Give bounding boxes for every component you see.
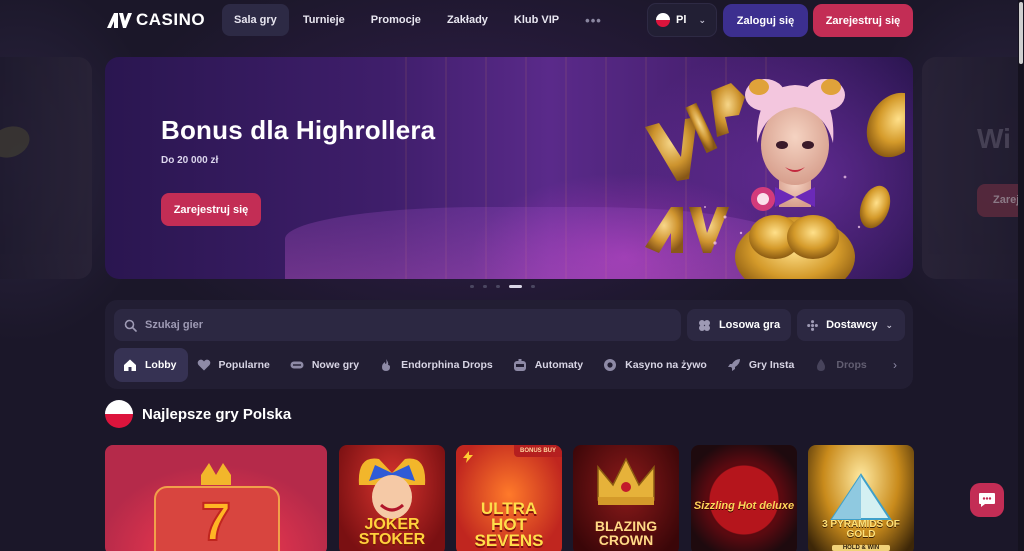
coin-decoration bbox=[0, 121, 34, 163]
category-label: Gry Insta bbox=[748, 359, 795, 371]
carousel-dot[interactable] bbox=[496, 285, 500, 288]
game-title: 3 PYRAMIDS OF GOLD bbox=[822, 519, 900, 540]
next-slide-cta[interactable]: Zarej bbox=[977, 184, 1024, 217]
search-input[interactable] bbox=[145, 319, 645, 331]
game-tile-joker-stoker[interactable]: JOKER STOKER bbox=[339, 445, 445, 551]
carousel-next-slide-peek[interactable]: Wi Zarej bbox=[922, 57, 1024, 279]
hero-title: Bonus dla Highrollera bbox=[161, 115, 436, 145]
slot-machine-icon bbox=[513, 358, 527, 372]
top-header: CASINO Sala gry Turnieje Promocje Zakład… bbox=[0, 0, 1024, 40]
category-label: Endorphina Drops bbox=[401, 359, 493, 371]
nav-item-promocje[interactable]: Promocje bbox=[359, 4, 433, 36]
game-title: Sizzling Hot deluxe bbox=[693, 499, 795, 512]
carousel-dot[interactable] bbox=[509, 285, 522, 288]
category-label: Lobby bbox=[145, 359, 177, 371]
random-game-button[interactable]: Losowa gra bbox=[687, 309, 791, 341]
hero-register-button[interactable]: Zarejestruj się bbox=[161, 193, 261, 226]
nav-more-button[interactable]: ••• bbox=[573, 4, 614, 36]
random-game-label: Losowa gra bbox=[718, 319, 781, 331]
category-label: Nowe gry bbox=[311, 359, 360, 371]
category-label: Drops bbox=[836, 359, 867, 371]
game-title: ULTRA HOT SEVENS bbox=[474, 498, 544, 550]
nav-item-klub-vip[interactable]: Klub VIP bbox=[502, 4, 571, 36]
providers-grid-icon bbox=[807, 319, 818, 331]
logo-text: CASINO bbox=[136, 10, 206, 29]
poland-flag-icon bbox=[105, 400, 133, 428]
game-subtitle-badge: HOLD & WIN bbox=[832, 545, 890, 551]
section-title: Najlepsze gry Polska bbox=[142, 405, 292, 423]
language-label: Pl bbox=[676, 14, 687, 26]
page-scrollbar-thumb[interactable] bbox=[1019, 2, 1023, 64]
hero-character-illustration bbox=[645, 79, 905, 279]
next-slide-title: Wi bbox=[977, 123, 1011, 154]
game-tile-3-pyramids-of-gold[interactable]: 3 PYRAMIDS OF GOLD HOLD & WIN bbox=[808, 445, 914, 551]
category-tab-gry-insta[interactable]: Gry Insta bbox=[718, 348, 806, 382]
heart-icon bbox=[197, 358, 211, 372]
search-box[interactable] bbox=[114, 309, 681, 341]
category-label: Popularne bbox=[218, 359, 270, 371]
hero-banner[interactable]: Bonus dla Highrollera Do 20 000 zł Zarej… bbox=[105, 57, 913, 279]
category-tab-kasyno-na-zywo[interactable]: Kasyno na żywo bbox=[594, 348, 718, 382]
logo-mark-icon bbox=[107, 13, 132, 28]
nav-item-turnieje[interactable]: Turnieje bbox=[291, 4, 357, 36]
lightning-icon bbox=[463, 451, 473, 463]
chat-bubble-icon bbox=[979, 493, 995, 507]
clover-icon bbox=[698, 319, 710, 331]
category-tab-popularne[interactable]: Popularne bbox=[188, 348, 281, 382]
category-tab-nowe-gry[interactable]: Nowe gry bbox=[281, 348, 370, 382]
carousel-dot[interactable] bbox=[531, 285, 535, 288]
main-nav: Sala gry Turnieje Promocje Zakłady Klub … bbox=[222, 4, 614, 36]
game-tile-blazing-crown[interactable]: BLAZING CROWN bbox=[573, 445, 679, 551]
chip-icon bbox=[603, 358, 617, 372]
carousel-dot[interactable] bbox=[470, 285, 474, 288]
category-label: Kasyno na żywo bbox=[625, 359, 707, 371]
page-scrollbar-track[interactable] bbox=[1018, 0, 1024, 551]
category-label: Automaty bbox=[534, 359, 584, 371]
svg-text:7: 7 bbox=[201, 492, 231, 551]
chevron-down-icon: ⌄ bbox=[698, 14, 706, 25]
flame-icon bbox=[379, 358, 393, 372]
language-selector[interactable]: Pl ⌄ bbox=[647, 3, 717, 37]
game-tile-ultra-hot-sevens[interactable]: BONUS BUY ULTRA HOT SEVENS bbox=[456, 445, 562, 551]
providers-label: Dostawcy bbox=[826, 319, 878, 331]
support-chat-button[interactable] bbox=[970, 483, 1004, 517]
providers-dropdown[interactable]: Dostawcy ⌄ bbox=[797, 309, 905, 341]
game-tile-sizzling-hot[interactable]: Sizzling Hot deluxe bbox=[691, 445, 797, 551]
chevron-right-icon[interactable]: › bbox=[885, 348, 905, 382]
brand-logo[interactable]: CASINO bbox=[106, 10, 205, 30]
game-title: BLAZING CROWN bbox=[594, 518, 658, 548]
category-tab-lobby[interactable]: Lobby bbox=[114, 348, 188, 382]
poland-flag-icon bbox=[656, 13, 670, 27]
game-tile-featured[interactable]: 7 bbox=[105, 445, 327, 551]
drops-icon bbox=[814, 358, 828, 372]
login-button[interactable]: Zaloguj się bbox=[723, 4, 808, 37]
carousel-dot[interactable] bbox=[483, 285, 487, 288]
bonus-buy-badge: BONUS BUY bbox=[513, 445, 562, 457]
chevron-down-icon: ⌄ bbox=[885, 319, 893, 330]
category-tab-drops[interactable]: Drops bbox=[805, 348, 877, 382]
hero-subtitle: Do 20 000 zł bbox=[161, 155, 219, 166]
category-tab-automaty[interactable]: Automaty bbox=[504, 348, 594, 382]
new-badge-icon bbox=[290, 358, 304, 372]
nav-item-zaklady[interactable]: Zakłady bbox=[435, 4, 500, 36]
game-filter-panel: Losowa gra Dostawcy ⌄ Lobby Popularne bbox=[105, 300, 913, 389]
nav-item-sala-gry[interactable]: Sala gry bbox=[222, 4, 289, 36]
rocket-icon bbox=[727, 358, 741, 372]
category-tabs: Lobby Popularne Nowe gry Endorphina Drop… bbox=[114, 348, 904, 382]
sevens-fire-illustration: 7 bbox=[154, 463, 280, 551]
search-icon bbox=[124, 319, 137, 332]
home-icon bbox=[123, 358, 137, 372]
category-tab-endorphina-drops[interactable]: Endorphina Drops bbox=[370, 348, 504, 382]
carousel-pagination bbox=[470, 285, 535, 288]
section-header: Najlepsze gry Polska bbox=[105, 400, 291, 428]
register-button[interactable]: Zarejestruj się bbox=[813, 4, 913, 37]
game-title: JOKER STOKER bbox=[358, 515, 426, 548]
carousel-prev-slide-peek[interactable] bbox=[0, 57, 92, 279]
